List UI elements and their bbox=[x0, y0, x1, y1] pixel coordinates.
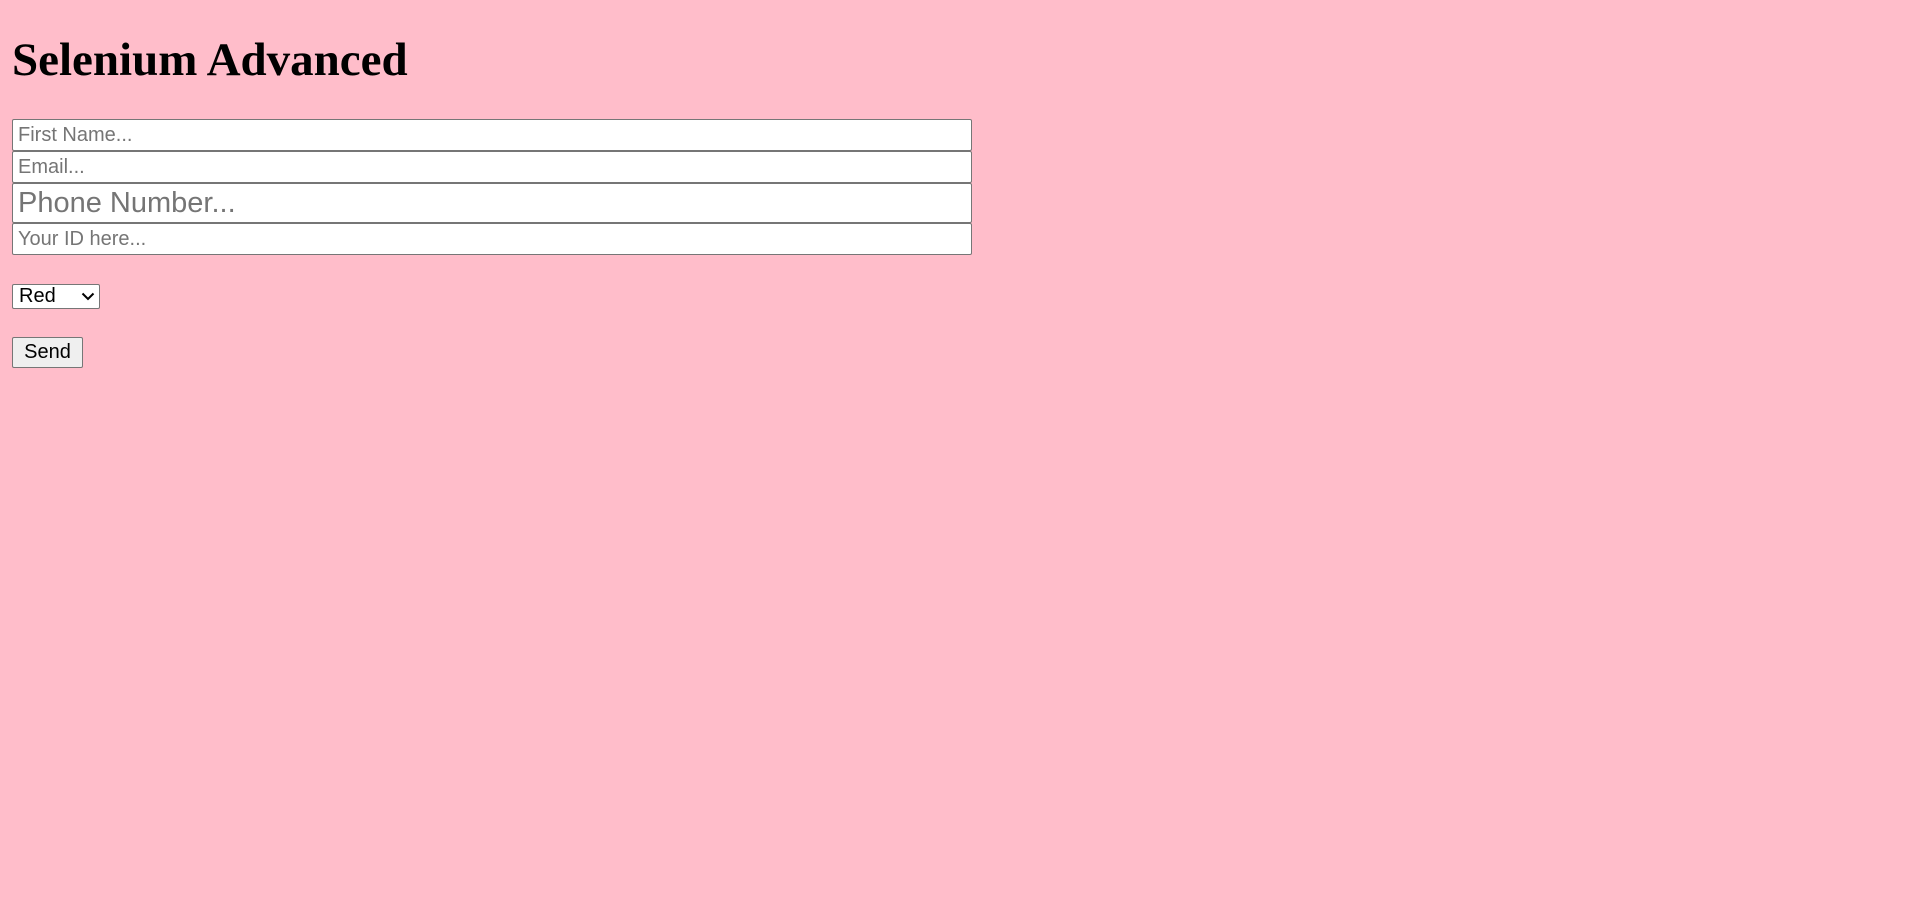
color-select[interactable]: Red bbox=[12, 284, 100, 309]
chevron-down-icon bbox=[77, 285, 99, 308]
first-name-input[interactable] bbox=[12, 119, 972, 151]
send-button[interactable]: Send bbox=[12, 337, 83, 368]
form-fields bbox=[12, 119, 972, 255]
color-select-value: Red bbox=[19, 285, 56, 307]
user-id-input[interactable] bbox=[12, 223, 972, 255]
email-input[interactable] bbox=[12, 151, 972, 183]
phone-number-input[interactable] bbox=[12, 183, 972, 223]
page-title: Selenium Advanced bbox=[12, 34, 408, 86]
